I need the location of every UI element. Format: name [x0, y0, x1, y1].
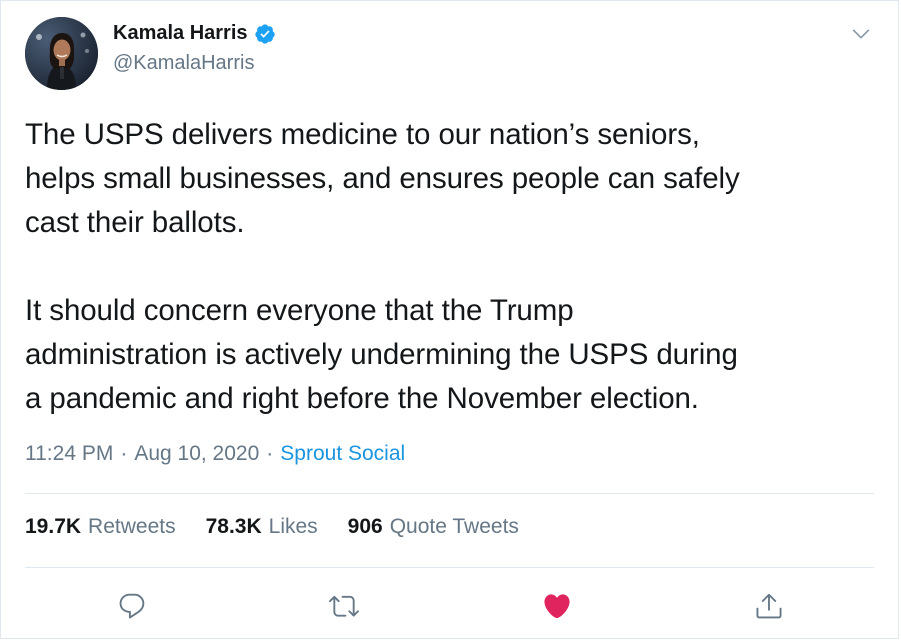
meta-separator: ·: [120, 442, 128, 465]
reply-icon: [119, 593, 145, 619]
tweet-meta: 11:24 PM · Aug 10, 2020 · Sprout Social: [25, 442, 405, 466]
likes-count: 78.3K: [205, 515, 262, 538]
like-button[interactable]: [537, 586, 577, 626]
tweet-card: Kamala Harris @KamalaHarris The USPS del…: [0, 0, 899, 639]
retweets-count: 19.7K: [25, 515, 82, 538]
quote-tweets-label: Quote Tweets: [389, 515, 519, 538]
engagement-stats: 19.7K Retweets 78.3K Likes 906 Quote Twe…: [25, 515, 519, 539]
profile-photo: [25, 17, 98, 90]
retweet-icon: [329, 595, 359, 617]
user-handle[interactable]: @KamalaHarris: [113, 52, 254, 75]
likes-stat[interactable]: 78.3K Likes: [206, 515, 318, 539]
meta-separator: ·: [266, 442, 274, 465]
retweets-label: Retweets: [88, 515, 176, 538]
divider: [25, 567, 874, 568]
action-bar: [1, 586, 898, 626]
share-button[interactable]: [749, 586, 789, 626]
verified-badge-icon: [254, 23, 276, 45]
likes-label: Likes: [268, 515, 318, 538]
divider: [25, 493, 874, 494]
reply-button[interactable]: [112, 586, 152, 626]
author-name-row[interactable]: Kamala Harris: [113, 22, 276, 45]
tweet-source-link[interactable]: Sprout Social: [280, 442, 405, 466]
retweet-button[interactable]: [324, 586, 364, 626]
quote-tweets-count: 906: [347, 515, 383, 538]
chevron-down-icon[interactable]: [850, 23, 872, 45]
tweet-time[interactable]: 11:24 PM: [25, 442, 113, 466]
share-icon: [756, 593, 782, 619]
avatar[interactable]: [25, 17, 98, 90]
tweet-text: The USPS delivers medicine to our nation…: [25, 118, 740, 415]
retweets-stat[interactable]: 19.7K Retweets: [25, 515, 176, 539]
quote-tweets-stat[interactable]: 906 Quote Tweets: [348, 515, 519, 539]
tweet-date[interactable]: Aug 10, 2020: [134, 442, 259, 466]
display-name[interactable]: Kamala Harris: [113, 22, 248, 45]
heart-icon: [544, 594, 570, 619]
